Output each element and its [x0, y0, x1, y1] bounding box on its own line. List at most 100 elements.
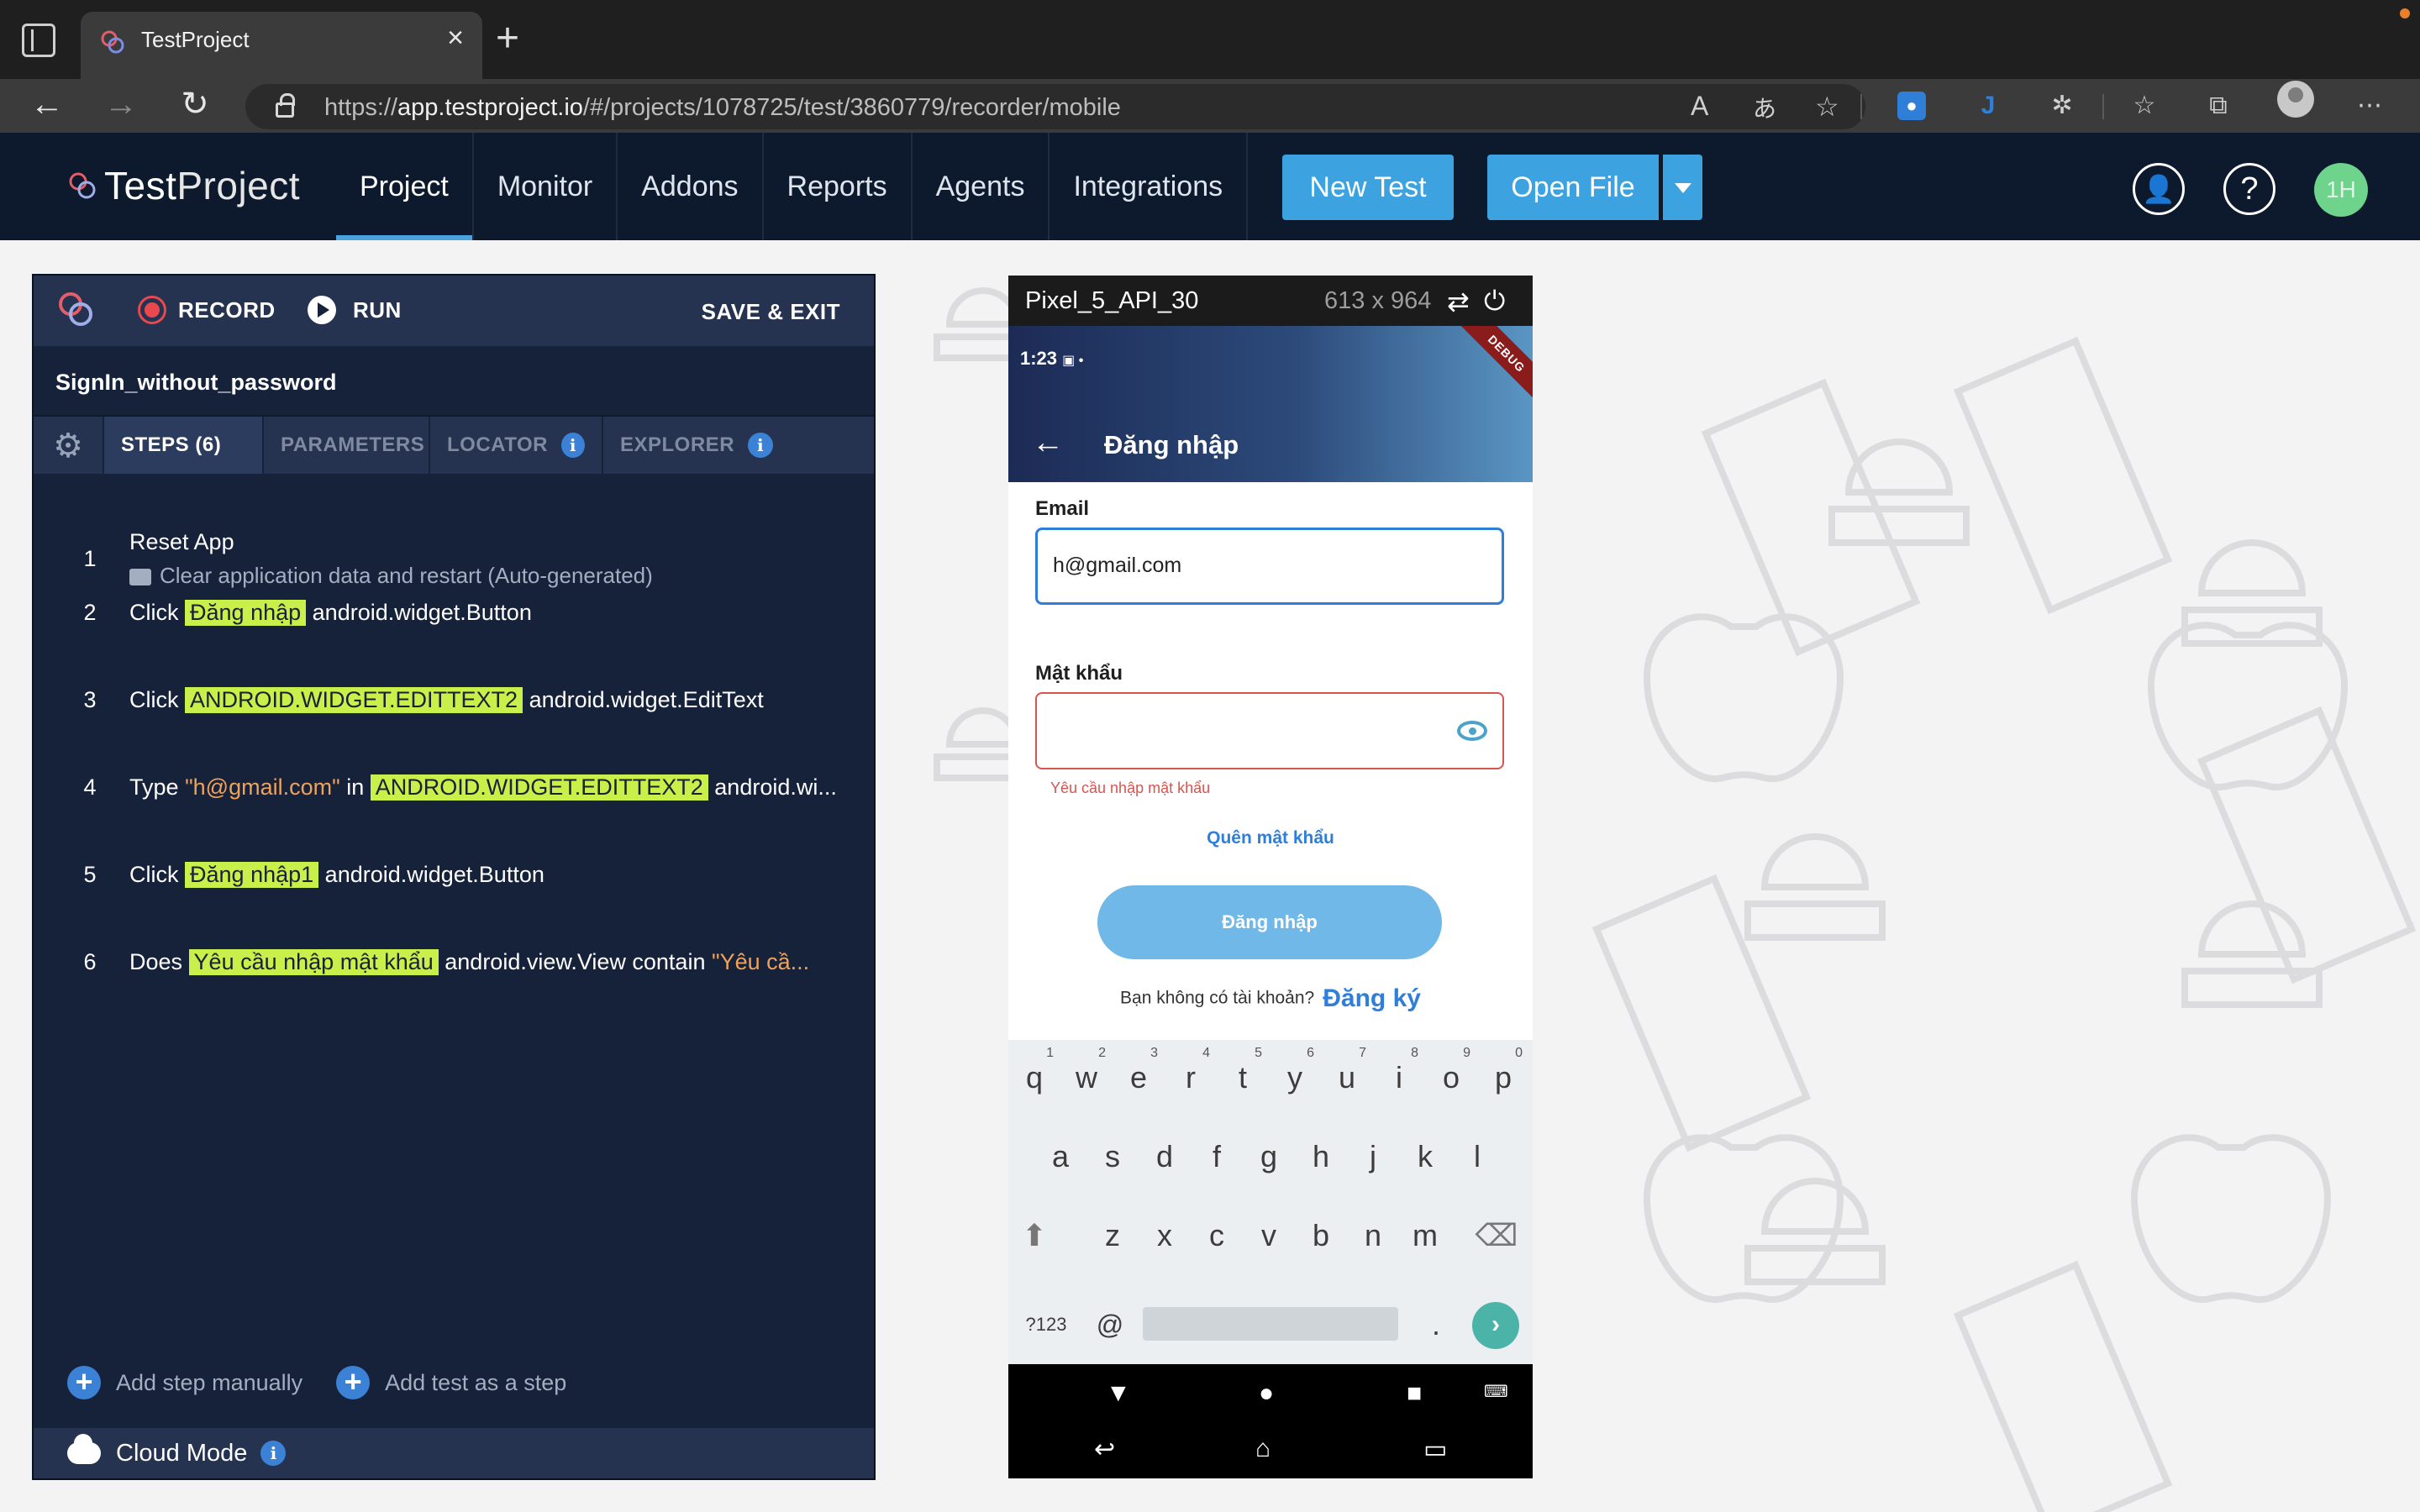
key[interactable]: 5t — [1217, 1040, 1269, 1116]
key[interactable]: v — [1243, 1198, 1295, 1273]
key[interactable]: 2w — [1060, 1040, 1113, 1116]
collections-icon[interactable]: ⧉ — [2202, 87, 2235, 124]
key[interactable]: 4r — [1165, 1040, 1217, 1116]
key[interactable]: f — [1191, 1119, 1243, 1194]
gesture-home-icon[interactable]: ⌂ — [1255, 1435, 1270, 1463]
refresh-icon[interactable]: ↻ — [170, 79, 220, 133]
symbols-key[interactable]: ?123 — [1017, 1287, 1076, 1362]
key[interactable]: 6y — [1269, 1040, 1321, 1116]
help-icon[interactable]: ? — [2223, 163, 2275, 215]
key[interactable]: m — [1399, 1198, 1451, 1273]
tab-locator[interactable]: LOCATOR i — [429, 417, 602, 474]
testproject-logo-icon[interactable] — [55, 289, 96, 329]
tab-explorer[interactable]: EXPLORER i — [602, 417, 874, 474]
dot-key[interactable]: . — [1410, 1287, 1462, 1362]
nav-reports[interactable]: Reports — [764, 133, 913, 240]
back-triangle-icon[interactable]: ▼ — [1106, 1379, 1131, 1408]
key[interactable]: l — [1451, 1119, 1503, 1194]
info-icon[interactable]: i — [260, 1441, 287, 1466]
key[interactable]: b — [1295, 1198, 1347, 1273]
back-arrow-icon[interactable]: ← — [1032, 425, 1064, 461]
new-test-button[interactable]: New Test — [1282, 155, 1454, 220]
recents-square-icon[interactable]: ■ — [1407, 1379, 1422, 1408]
space-key[interactable] — [1143, 1307, 1398, 1341]
info-icon[interactable]: i — [748, 433, 774, 458]
droplet-extension-icon[interactable]: ● — [1897, 92, 1926, 120]
backspace-icon[interactable]: ⌫ — [1470, 1198, 1523, 1273]
extensions-icon[interactable]: ✲ — [2045, 87, 2079, 124]
email-field[interactable]: h@gmail.com — [1035, 528, 1504, 605]
test-name[interactable]: SignIn_without_password — [55, 370, 337, 396]
element-highlight[interactable]: ANDROID.WIDGET.EDITTEXT2 — [185, 687, 523, 713]
key[interactable]: c — [1191, 1198, 1243, 1273]
forgot-password-link[interactable]: Quên mật khẩu — [1008, 828, 1533, 848]
element-highlight[interactable]: Đăng nhập — [185, 600, 307, 626]
nav-integrations[interactable]: Integrations — [1050, 133, 1249, 240]
key[interactable]: 0p — [1477, 1040, 1529, 1116]
j-extension-icon[interactable]: J — [1971, 87, 2005, 124]
gesture-recents-icon[interactable]: ▭ — [1423, 1435, 1447, 1464]
key[interactable]: 1q — [1008, 1040, 1060, 1116]
lock-icon[interactable] — [276, 93, 295, 118]
user-avatar[interactable]: 1H — [2314, 163, 2368, 217]
key[interactable]: h — [1295, 1119, 1347, 1194]
add-test-as-step-button[interactable]: + Add test as a step — [336, 1366, 566, 1399]
password-field[interactable] — [1035, 692, 1504, 769]
element-highlight[interactable]: Đăng nhập1 — [185, 862, 319, 888]
more-menu-icon[interactable]: ⋯ — [2353, 87, 2386, 124]
back-icon[interactable]: ← — [22, 79, 72, 133]
show-password-icon[interactable] — [1457, 721, 1487, 741]
tab-actions-icon[interactable] — [22, 24, 55, 57]
open-file-button[interactable]: Open File — [1487, 155, 1659, 220]
key[interactable]: d — [1139, 1119, 1191, 1194]
element-highlight[interactable]: Yêu cầu nhập mật khẩu — [188, 949, 439, 975]
url-text[interactable]: https://app.testproject.io/#/projects/10… — [324, 94, 1121, 122]
testproject-logo[interactable]: TestProject — [67, 163, 300, 208]
gesture-back-icon[interactable]: ↩ — [1094, 1435, 1115, 1464]
nav-project[interactable]: Project — [336, 133, 474, 240]
login-button[interactable]: Đăng nhập — [1097, 885, 1442, 959]
browser-profile-avatar[interactable] — [2277, 81, 2314, 118]
favorites-icon[interactable]: ☆ — [2128, 87, 2161, 124]
key[interactable]: 3e — [1113, 1040, 1165, 1116]
home-circle-icon[interactable]: ● — [1259, 1379, 1274, 1408]
key[interactable]: z — [1086, 1198, 1139, 1273]
invite-user-icon[interactable]: 👤 — [2133, 163, 2185, 215]
key[interactable]: 9o — [1425, 1040, 1477, 1116]
key[interactable]: j — [1347, 1119, 1399, 1194]
favorite-add-icon[interactable]: ☆ — [1815, 91, 1839, 123]
add-step-manually-button[interactable]: + Add step manually — [67, 1366, 302, 1399]
key[interactable]: a — [1034, 1119, 1086, 1194]
tab-steps[interactable]: STEPS (6) — [103, 417, 262, 474]
key[interactable]: s — [1086, 1119, 1139, 1194]
close-tab-icon[interactable]: × — [447, 24, 464, 52]
key[interactable]: 8i — [1373, 1040, 1425, 1116]
key[interactable]: k — [1399, 1119, 1451, 1194]
element-highlight[interactable]: ANDROID.WIDGET.EDITTEXT2 — [370, 774, 708, 801]
read-aloud-icon[interactable]: A — [1691, 91, 1708, 122]
translate-icon[interactable]: あ — [1753, 91, 1776, 124]
keyboard-switch-icon[interactable]: ⌨ — [1484, 1381, 1508, 1402]
run-button[interactable]: RUN — [308, 296, 402, 324]
forward-icon[interactable]: → — [96, 79, 146, 133]
nav-addons[interactable]: Addons — [618, 133, 764, 240]
nav-monitor[interactable]: Monitor — [474, 133, 618, 240]
tab-parameters[interactable]: PARAMETERS — [262, 417, 429, 474]
next-key-icon[interactable]: › — [1472, 1302, 1519, 1349]
rotate-device-icon[interactable]: ⇄ — [1447, 286, 1470, 318]
signup-link[interactable]: Đăng ký — [1323, 984, 1421, 1012]
gear-icon[interactable]: ⚙ — [52, 429, 84, 463]
save-exit-button[interactable]: SAVE & EXIT — [702, 299, 840, 325]
open-file-dropdown-icon[interactable] — [1660, 155, 1702, 220]
key[interactable]: g — [1243, 1119, 1295, 1194]
nav-agents[interactable]: Agents — [913, 133, 1050, 240]
key[interactable]: 7u — [1321, 1040, 1373, 1116]
key[interactable]: x — [1139, 1198, 1191, 1273]
device-screen[interactable]: 1:23 ▣ • ▾ ▮ DEBUG ← Đăng nhập Email h@g… — [1008, 326, 1533, 1478]
address-bar[interactable]: https://app.testproject.io/#/projects/10… — [245, 84, 1865, 129]
at-key[interactable]: @ — [1084, 1287, 1136, 1362]
new-tab-icon[interactable]: + — [496, 18, 519, 59]
info-icon[interactable]: i — [560, 433, 585, 458]
shift-icon[interactable]: ⬆ — [1008, 1198, 1060, 1273]
power-icon[interactable]: ⏻ — [1484, 286, 1505, 318]
